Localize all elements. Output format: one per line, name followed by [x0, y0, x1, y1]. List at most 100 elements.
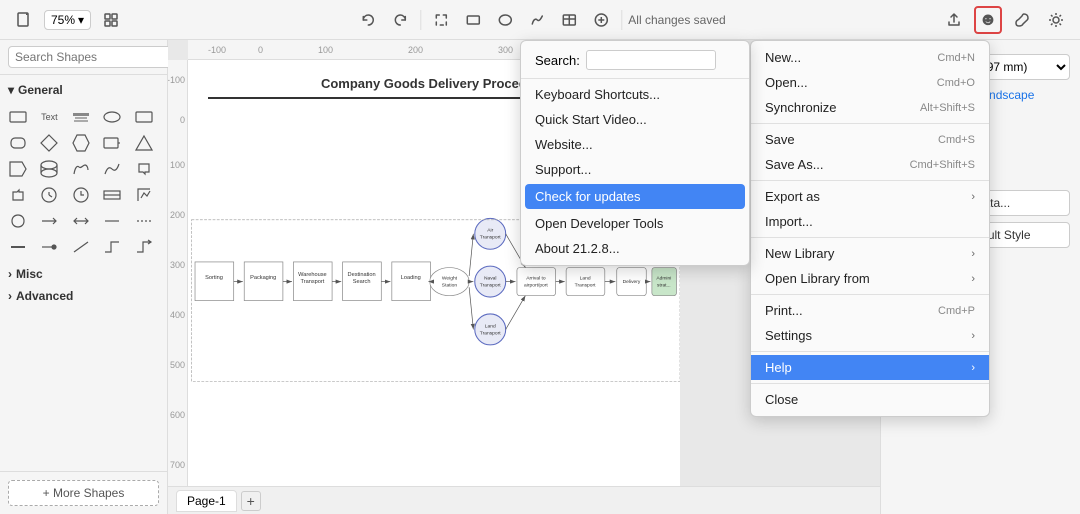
shape-item[interactable]: [132, 235, 156, 259]
shape-item[interactable]: [6, 105, 30, 129]
submenu-item-website[interactable]: Website...: [521, 132, 749, 157]
menu-item-print[interactable]: Print... Cmd+P: [751, 298, 989, 323]
shape-item[interactable]: [69, 105, 93, 129]
search-label: Search:: [535, 53, 580, 68]
shape-item[interactable]: [100, 183, 124, 207]
shape-item[interactable]: [132, 131, 156, 155]
shape-item[interactable]: [100, 131, 124, 155]
menu-item-open[interactable]: Open... Cmd+O: [751, 70, 989, 95]
fit-page-btn[interactable]: [97, 6, 125, 34]
menu-label-new: New...: [765, 50, 801, 65]
shape-item[interactable]: [69, 131, 93, 155]
svg-text:Transport: Transport: [301, 279, 325, 285]
shape-item[interactable]: [6, 183, 30, 207]
shape-item[interactable]: [69, 235, 93, 259]
svg-text:Arrival to: Arrival to: [526, 276, 546, 282]
shape-item[interactable]: [37, 131, 61, 155]
submenu-item-check-updates[interactable]: Check for updates: [525, 184, 745, 209]
sidebar-content: ▾ General Text: [0, 75, 167, 471]
submenu-item-quickstart[interactable]: Quick Start Video...: [521, 107, 749, 132]
submenu-item-support[interactable]: Support...: [521, 157, 749, 182]
add-page-btn[interactable]: +: [241, 491, 261, 511]
sidebar-section-general[interactable]: ▾ General: [0, 79, 167, 101]
undo-btn[interactable]: [354, 6, 382, 34]
shape-item[interactable]: [132, 105, 156, 129]
share-btn[interactable]: [940, 6, 968, 34]
svg-text:Naval: Naval: [484, 276, 497, 282]
menu-shortcut-new: Cmd+N: [937, 52, 975, 64]
shape-item[interactable]: [6, 157, 30, 181]
chevron-right-icon-2: ›: [8, 289, 12, 303]
emoji-menu-btn[interactable]: ☻: [974, 6, 1002, 34]
zoom-selector[interactable]: 75% ▾: [44, 10, 91, 30]
shape-item[interactable]: [132, 157, 156, 181]
menu-divider-1: [751, 123, 989, 124]
more-shapes-btn[interactable]: + More Shapes: [8, 480, 159, 506]
shape-item[interactable]: [37, 209, 61, 233]
submenu-search-row: Search:: [521, 45, 749, 75]
shape-item[interactable]: [69, 157, 93, 181]
select-rect-btn[interactable]: [427, 6, 455, 34]
shape-item[interactable]: [132, 183, 156, 207]
menu-label-export: Export as: [765, 189, 820, 204]
menu-item-open-library[interactable]: Open Library from ›: [751, 266, 989, 291]
shape-item[interactable]: [6, 131, 30, 155]
insert-btn[interactable]: [587, 6, 615, 34]
menu-shortcut-open: Cmd+O: [937, 77, 975, 89]
svg-text:Destination: Destination: [348, 272, 376, 278]
menu-item-new[interactable]: New... Cmd+N: [751, 45, 989, 70]
shape-item[interactable]: [100, 157, 124, 181]
svg-text:Sorting: Sorting: [205, 275, 223, 281]
shape-item[interactable]: [100, 235, 124, 259]
menu-label-close: Close: [765, 392, 798, 407]
menu-shortcut-print: Cmd+P: [938, 305, 975, 317]
menu-item-close[interactable]: Close: [751, 387, 989, 412]
shape-item[interactable]: [69, 209, 93, 233]
sidebar-section-misc[interactable]: › Misc: [0, 263, 167, 285]
submenu-item-dev-tools[interactable]: Open Developer Tools: [521, 211, 749, 236]
menu-item-help[interactable]: Help ›: [751, 355, 989, 380]
menu-item-import[interactable]: Import...: [751, 209, 989, 234]
arrow-icon-settings: ›: [971, 330, 975, 342]
shape-item[interactable]: [100, 105, 124, 129]
shapes-grid-general: Text: [0, 101, 167, 263]
chevron-right-icon: ›: [8, 267, 12, 281]
main-context-menu: New... Cmd+N Open... Cmd+O Synchronize A…: [750, 40, 990, 417]
page-tab-1[interactable]: Page-1: [176, 490, 237, 512]
page-icon-btn[interactable]: [10, 6, 38, 34]
shape-item[interactable]: [69, 183, 93, 207]
search-input[interactable]: [8, 46, 177, 68]
menu-item-save-as[interactable]: Save As... Cmd+Shift+S: [751, 152, 989, 177]
shape-item[interactable]: [37, 157, 61, 181]
submenu-item-keyboard[interactable]: Keyboard Shortcuts...: [521, 82, 749, 107]
shape-freeform-btn[interactable]: [523, 6, 551, 34]
submenu-search-input[interactable]: [586, 50, 716, 70]
shape-item[interactable]: [37, 183, 61, 207]
table-btn[interactable]: [555, 6, 583, 34]
shape-item[interactable]: [6, 235, 30, 259]
redo-btn[interactable]: [386, 6, 414, 34]
svg-text:Transport: Transport: [480, 235, 501, 241]
menu-item-save[interactable]: Save Cmd+S: [751, 127, 989, 152]
menu-item-export[interactable]: Export as ›: [751, 184, 989, 209]
menu-divider-5: [751, 351, 989, 352]
shape-item[interactable]: [132, 209, 156, 233]
shape-item[interactable]: Text: [37, 105, 61, 129]
submenu-item-about[interactable]: About 21.2.8...: [521, 236, 749, 261]
shape-rect-btn[interactable]: [459, 6, 487, 34]
svg-text:Station: Station: [442, 283, 458, 289]
sidebar-section-advanced[interactable]: › Advanced: [0, 285, 167, 307]
help-submenu: Search: Keyboard Shortcuts... Quick Star…: [520, 40, 750, 266]
menu-divider-4: [751, 294, 989, 295]
menu-label-save-as: Save As...: [765, 157, 824, 172]
theme-btn[interactable]: [1042, 6, 1070, 34]
svg-text:Land: Land: [485, 323, 496, 329]
shape-item[interactable]: [6, 209, 30, 233]
shape-item[interactable]: [37, 235, 61, 259]
menu-item-new-library[interactable]: New Library ›: [751, 241, 989, 266]
tools-btn[interactable]: [1008, 6, 1036, 34]
menu-item-settings[interactable]: Settings ›: [751, 323, 989, 348]
menu-item-synchronize[interactable]: Synchronize Alt+Shift+S: [751, 95, 989, 120]
shape-ellipse-btn[interactable]: [491, 6, 519, 34]
shape-item[interactable]: [100, 209, 124, 233]
